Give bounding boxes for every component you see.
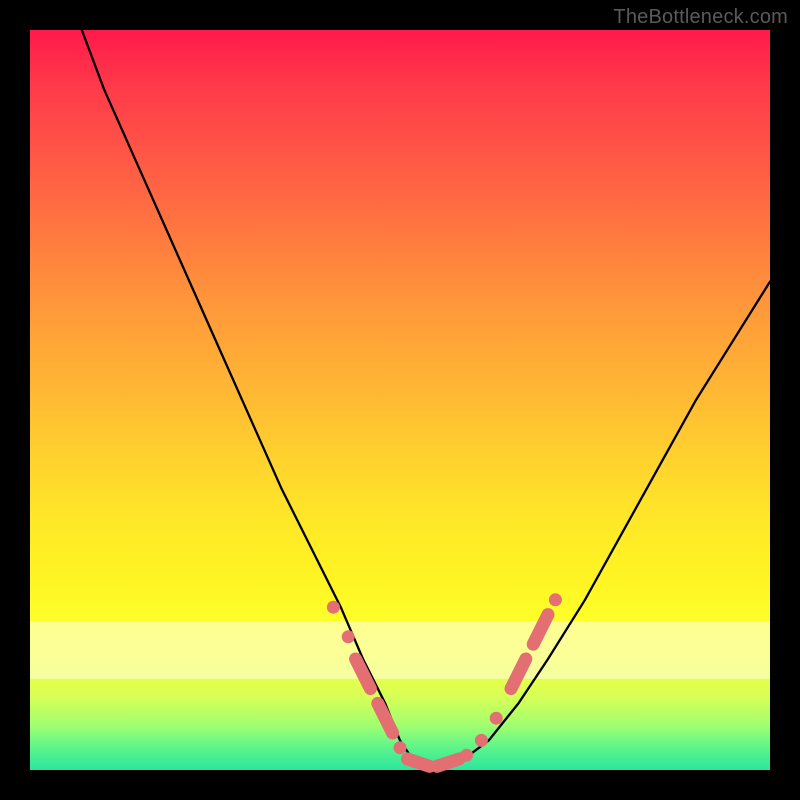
curve-capsule — [378, 703, 393, 733]
bottleneck-curve — [82, 30, 770, 770]
curve-dot — [342, 630, 355, 643]
curve-capsule — [533, 615, 548, 645]
curve-dot — [394, 741, 407, 754]
curve-capsule — [511, 659, 526, 689]
watermark-text: TheBottleneck.com — [613, 6, 788, 29]
curve-dot — [460, 749, 473, 762]
chart-overlay — [30, 30, 770, 770]
curve-dot — [549, 593, 562, 606]
curve-dot — [327, 601, 340, 614]
curve-markers — [327, 593, 562, 766]
curve-capsule — [356, 659, 371, 689]
curve-capsule — [437, 759, 459, 766]
curve-dot — [475, 734, 488, 747]
curve-dot — [490, 712, 503, 725]
curve-capsule — [407, 759, 429, 766]
